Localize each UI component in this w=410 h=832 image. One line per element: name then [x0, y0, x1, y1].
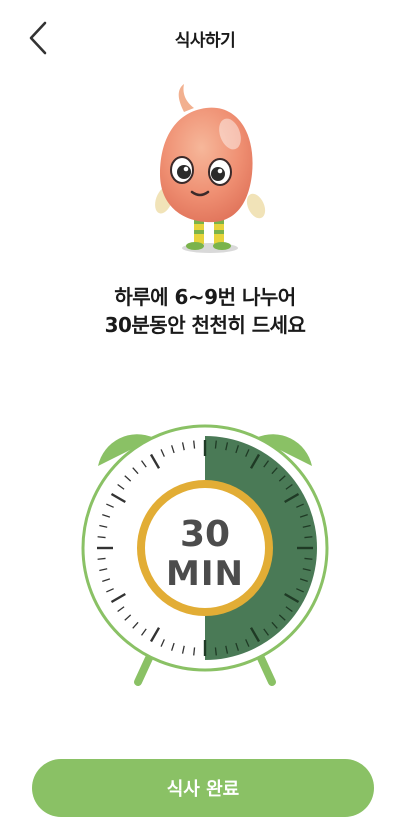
- meal-complete-button[interactable]: 식사 완료: [32, 759, 374, 817]
- meal-instruction: 하루에 6~9번 나누어 30분동안 천천히 드세요: [0, 283, 410, 339]
- minor-tick: [214, 647, 217, 656]
- page-title: 식사하기: [174, 31, 236, 51]
- minor-tick: [193, 647, 196, 656]
- timer-clock: 30 MIN: [76, 420, 334, 690]
- instruction-line-2: 30분동안 천천히 드세요: [104, 313, 306, 337]
- instruction-line-1: 하루에 6~9번 나누어: [114, 285, 296, 309]
- timer-unit: MIN: [166, 554, 244, 594]
- minor-tick: [214, 440, 217, 449]
- header: 식사하기: [0, 0, 410, 78]
- timer-value: 30: [179, 514, 231, 555]
- bean-mascot-illustration: [138, 82, 274, 262]
- minor-tick: [193, 440, 196, 449]
